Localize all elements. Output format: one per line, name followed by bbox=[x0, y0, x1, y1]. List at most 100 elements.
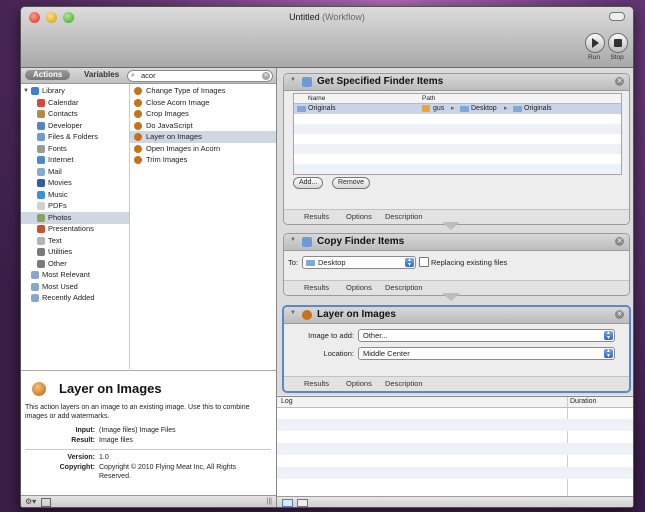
options-tab[interactable]: Options bbox=[346, 379, 372, 388]
action-list-item[interactable]: Change Type of Images bbox=[130, 85, 276, 97]
acorn-icon bbox=[134, 98, 142, 107]
fonts-icon bbox=[37, 144, 45, 153]
action-footer: Results Options Description bbox=[284, 376, 629, 391]
list-view-icon[interactable] bbox=[282, 499, 293, 507]
action-list-item-label: Trim Images bbox=[146, 155, 188, 164]
library-bottom-bar: ⚙▾ ||| bbox=[21, 495, 276, 507]
action-list-item[interactable]: Trim Images bbox=[130, 154, 276, 166]
action-list-item[interactable]: Open Images in Acorn bbox=[130, 143, 276, 155]
folder-icon bbox=[297, 106, 306, 112]
action-search-input[interactable]: ⌕ acor ✕ bbox=[127, 70, 273, 82]
duration-column[interactable]: Duration bbox=[570, 398, 596, 405]
action-list-item-label: Close Acorn Image bbox=[146, 97, 210, 107]
sidebar-item-label: Fonts bbox=[48, 143, 67, 153]
disclosure-triangle-icon[interactable]: ▼ bbox=[290, 77, 296, 83]
resize-grip-icon[interactable]: ||| bbox=[267, 496, 272, 507]
options-tab[interactable]: Options bbox=[346, 212, 372, 221]
results-tab[interactable]: Results bbox=[304, 379, 329, 388]
action-header[interactable]: ▼ Layer on Images ✕ bbox=[284, 307, 629, 324]
description-tab[interactable]: Description bbox=[385, 212, 423, 221]
description-tab[interactable]: Description bbox=[385, 379, 423, 388]
popup-arrows-icon: ▲ ▼ bbox=[604, 331, 613, 340]
toolbar-toggle-button[interactable] bbox=[609, 12, 625, 21]
add-button[interactable]: Add... bbox=[293, 177, 324, 189]
log-column[interactable]: Log bbox=[281, 398, 293, 405]
run-button[interactable] bbox=[585, 33, 605, 53]
mail-icon bbox=[37, 167, 45, 176]
remove-action-icon[interactable]: ✕ bbox=[615, 77, 624, 86]
sidebar-item[interactable]: ▼ Library bbox=[21, 85, 129, 97]
sidebar-item[interactable]: Internet bbox=[21, 154, 129, 166]
path-separator: ▸ bbox=[451, 105, 455, 112]
internet-icon bbox=[37, 156, 45, 164]
action-list-item[interactable]: Crop Images bbox=[130, 108, 276, 120]
disclosure-triangle-icon[interactable]: ▼ bbox=[290, 237, 296, 243]
developer-icon bbox=[37, 121, 45, 130]
sidebar-item[interactable]: Developer bbox=[21, 120, 129, 132]
image-to-add-label: Image to add: bbox=[308, 331, 354, 340]
disclosure-triangle-icon[interactable]: ▼ bbox=[23, 85, 29, 97]
copyright-value: Copyright © 2010 Flying Meat Inc, All Ri… bbox=[99, 464, 237, 480]
tab-actions[interactable]: Actions bbox=[25, 70, 71, 80]
action-list-item[interactable]: Do JavaScript bbox=[130, 120, 276, 132]
options-tab[interactable]: Options bbox=[346, 283, 372, 292]
sidebar-item[interactable]: Recently Added bbox=[21, 292, 129, 304]
sidebar-item[interactable]: Photos bbox=[21, 211, 129, 224]
sidebar-item[interactable]: Music bbox=[21, 189, 129, 201]
column-path[interactable]: Path bbox=[422, 94, 435, 103]
sidebar-item[interactable]: Other bbox=[21, 258, 129, 270]
stop-icon bbox=[614, 39, 622, 47]
description-tab[interactable]: Description bbox=[385, 283, 423, 292]
remove-action-icon[interactable]: ✕ bbox=[615, 237, 624, 246]
disclosure-triangle-icon[interactable]: ▼ bbox=[290, 310, 296, 316]
sidebar-item[interactable]: Presentations bbox=[21, 223, 129, 235]
log-row bbox=[277, 419, 633, 431]
clear-search-icon[interactable]: ✕ bbox=[262, 72, 270, 80]
sidebar-item[interactable]: Most Used bbox=[21, 281, 129, 293]
result-label: Result: bbox=[71, 437, 95, 444]
sidebar-item[interactable]: Fonts bbox=[21, 143, 129, 155]
results-tab[interactable]: Results bbox=[304, 212, 329, 221]
remove-action-icon[interactable]: ✕ bbox=[615, 310, 624, 319]
results-tab[interactable]: Results bbox=[304, 283, 329, 292]
sidebar-item[interactable]: Files & Folders bbox=[21, 131, 129, 143]
sidebar-item[interactable]: Contacts bbox=[21, 108, 129, 120]
stop-button[interactable] bbox=[608, 33, 628, 53]
sidebar-item[interactable]: Most Relevant bbox=[21, 269, 129, 281]
sidebar-item[interactable]: Text bbox=[21, 235, 129, 247]
sidebar-item-label: Text bbox=[48, 235, 62, 245]
location-popup[interactable]: Middle Center ▲ ▼ bbox=[358, 347, 615, 360]
action-connector bbox=[442, 222, 460, 230]
acorn-icon bbox=[134, 110, 142, 118]
version-label: Version: bbox=[67, 454, 95, 461]
library-list: ▼ Library Calendar Contacts Developer Files &… bbox=[21, 84, 130, 369]
empty-row bbox=[294, 124, 621, 134]
play-icon bbox=[592, 38, 599, 48]
sidebar-item[interactable]: Movies bbox=[21, 177, 129, 189]
action-list-item[interactable]: Close Acorn Image bbox=[130, 97, 276, 109]
action-header[interactable]: ▼ Get Specified Finder Items ✕ bbox=[284, 74, 629, 91]
action-list-item[interactable]: Layer on Images bbox=[130, 131, 276, 143]
info-divider bbox=[25, 449, 271, 450]
finder-items-table: Name Path Originals gus ▸ Desktop ▸ Orig… bbox=[293, 93, 622, 175]
gear-icon[interactable]: ⚙▾ bbox=[25, 496, 36, 507]
table-row[interactable]: Originals gus ▸ Desktop ▸ Originals bbox=[294, 104, 621, 114]
sidebar-item[interactable]: PDFs bbox=[21, 200, 129, 212]
tab-variables[interactable]: Variables bbox=[84, 70, 119, 80]
action-list-item-label: Crop Images bbox=[146, 109, 189, 118]
path-segment: Desktop bbox=[471, 105, 497, 112]
sidebar-item[interactable]: Calendar bbox=[21, 97, 129, 109]
log-bottom-bar bbox=[277, 496, 633, 507]
replace-existing-checkbox[interactable] bbox=[419, 257, 429, 267]
image-to-add-popup[interactable]: Other... ▲ ▼ bbox=[358, 329, 615, 342]
toggle-description-icon[interactable] bbox=[41, 498, 51, 507]
finder-icon bbox=[302, 77, 312, 87]
finder-icon bbox=[37, 133, 45, 141]
grid-view-icon[interactable] bbox=[297, 499, 308, 507]
remove-button[interactable]: Remove bbox=[332, 177, 371, 189]
action-header[interactable]: ▼ Copy Finder Items ✕ bbox=[284, 234, 629, 251]
destination-popup[interactable]: Desktop ▲ ▼ bbox=[302, 256, 416, 269]
sidebar-item[interactable]: Mail bbox=[21, 166, 129, 178]
sidebar-item[interactable]: Utilities bbox=[21, 246, 129, 258]
column-name[interactable]: Name bbox=[308, 94, 325, 103]
